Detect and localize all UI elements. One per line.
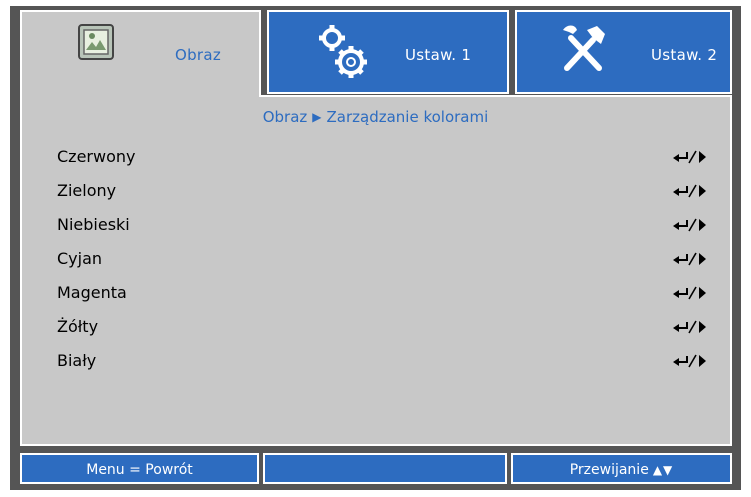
menu-item-zolty[interactable]: Żółty <box>57 310 717 344</box>
enter-right-icon <box>667 344 717 378</box>
menu-item-czerwony[interactable]: Czerwony <box>57 140 717 174</box>
menu-item-niebieski[interactable]: Niebieski <box>57 208 717 242</box>
enter-right-icon <box>667 174 717 208</box>
tab-ustaw-2[interactable]: Ustaw. 2 <box>515 10 732 94</box>
tab-label: Obraz <box>175 46 222 64</box>
menu-item-label: Zielony <box>57 181 117 200</box>
tab-ustaw-1[interactable]: Ustaw. 1 <box>267 10 509 94</box>
enter-right-icon <box>667 208 717 242</box>
menu-item-cyjan[interactable]: Cyjan <box>57 242 717 276</box>
up-down-arrows-icon: ▲▼ <box>652 463 674 477</box>
menu-item-zielony[interactable]: Zielony <box>57 174 717 208</box>
menu-item-label: Biały <box>57 351 97 370</box>
enter-right-icon <box>667 140 717 174</box>
back-button-label: Menu = Powrót <box>86 462 193 478</box>
enter-right-icon <box>667 242 717 276</box>
gears-icon <box>317 24 371 84</box>
menu-item-bialy[interactable]: Biały <box>57 344 717 378</box>
tab-obraz[interactable]: Obraz <box>20 10 261 97</box>
menu-item-magenta[interactable]: Magenta <box>57 276 717 310</box>
breadcrumb: Obraz ▶ Zarządzanie kolorami <box>0 108 751 126</box>
image-icon <box>78 24 114 64</box>
menu-item-label: Żółty <box>57 317 99 336</box>
back-button[interactable]: Menu = Powrót <box>20 453 259 484</box>
menu-item-label: Magenta <box>57 283 127 302</box>
breadcrumb-parent: Obraz <box>262 108 308 126</box>
breadcrumb-separator-icon: ▶ <box>312 110 322 124</box>
breadcrumb-current: Zarządzanie kolorami <box>326 108 489 126</box>
tools-icon <box>557 22 609 82</box>
menu-item-label: Cyjan <box>57 249 103 268</box>
enter-right-icon <box>667 310 717 344</box>
footer-blank-button <box>263 453 507 484</box>
menu-item-label: Czerwony <box>57 147 136 166</box>
enter-right-icon <box>667 276 717 310</box>
menu-list: Czerwony Zielony Niebieski Cyjan Magenta… <box>57 140 717 378</box>
tab-label: Ustaw. 1 <box>405 46 472 64</box>
scroll-hint-label: Przewijanie <box>569 462 649 478</box>
active-tab-connector <box>22 95 259 99</box>
scroll-hint[interactable]: Przewijanie ▲▼ <box>511 453 732 484</box>
tab-label: Ustaw. 2 <box>651 46 718 64</box>
menu-item-label: Niebieski <box>57 215 130 234</box>
